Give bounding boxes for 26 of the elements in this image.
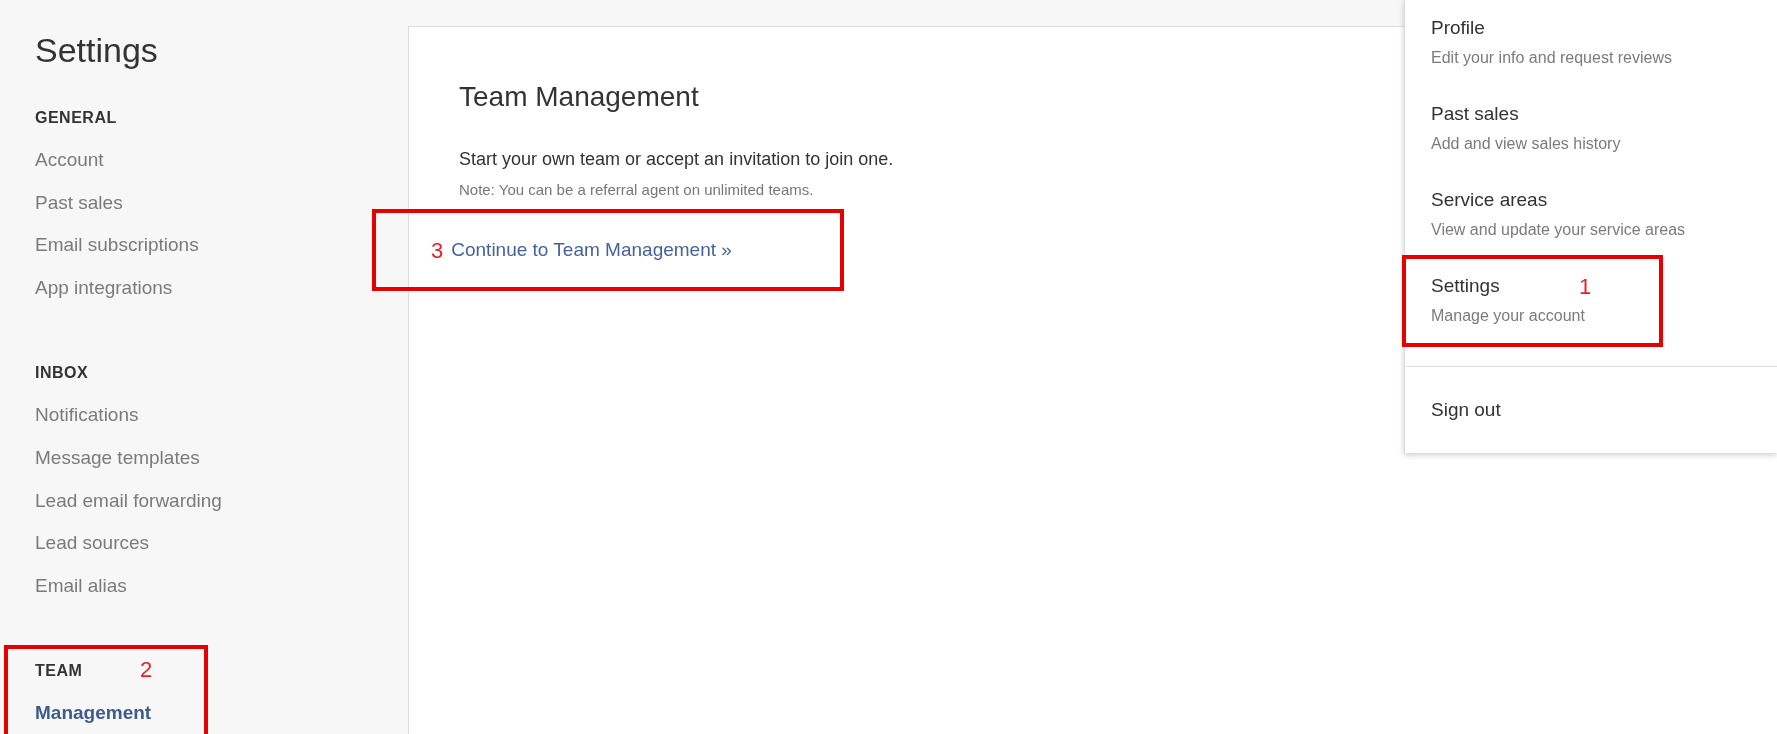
sidebar-item[interactable]: Email alias <box>35 564 127 608</box>
continue-link[interactable]: Continue to Team Management » <box>451 235 732 265</box>
annotation-number: 2 <box>140 656 153 685</box>
sidebar-item[interactable]: Lead email forwarding <box>35 479 222 523</box>
section-heading: GENERAL <box>35 108 117 128</box>
page-title: Settings <box>35 30 159 71</box>
section-title: Team Management <box>459 80 699 114</box>
menu-item[interactable]: Settings Manage your account 1 <box>1405 258 1660 344</box>
sidebar-item[interactable]: Notifications <box>35 394 139 437</box>
sidebar-item[interactable]: Past sales <box>35 181 123 225</box>
annotation-number: 3 <box>431 236 444 265</box>
sidebar-item[interactable]: Lead sources <box>35 522 150 565</box>
sidebar-item[interactable]: Account <box>35 139 104 182</box>
description-text: Start your own team or accept an invitation to join one. <box>459 148 894 171</box>
sidebar-item[interactable]: Management <box>35 692 152 734</box>
sign-out-link[interactable]: Sign out <box>1431 395 1501 425</box>
section-heading: TEAM <box>35 661 83 682</box>
sidebar-item[interactable]: Email subscriptions <box>35 224 199 267</box>
annotation-number: 1 <box>1579 273 1592 301</box>
menu-item[interactable]: Past sales Add and view sales history <box>1405 86 1777 172</box>
sidebar-item[interactable]: Message templates <box>35 436 200 480</box>
menu-item[interactable]: Profile Edit your info and request reviews <box>1405 0 1777 86</box>
note-text: Note: You can be a referral agent on unlimited teams. <box>459 180 814 200</box>
sidebar-item[interactable]: App integrations <box>35 266 173 310</box>
section-heading: INBOX <box>35 363 89 384</box>
menu-item[interactable]: Service areas View and update your service areas <box>1405 172 1777 258</box>
